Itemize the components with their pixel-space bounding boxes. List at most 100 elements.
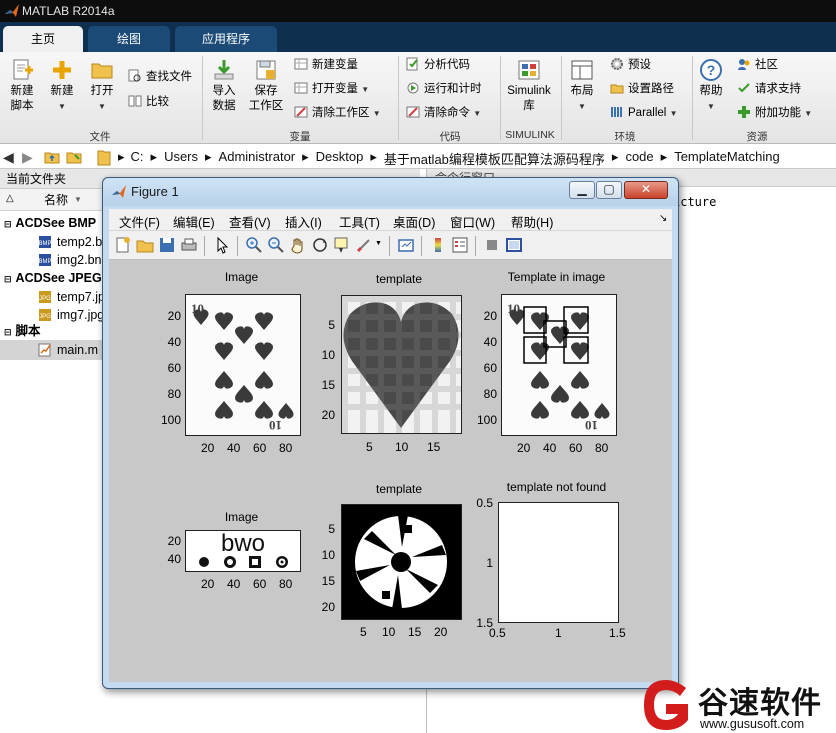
back-arrow-icon[interactable]: ◀ bbox=[3, 149, 14, 166]
simulink-library-button[interactable]: Simulink 库 bbox=[503, 58, 555, 114]
set-path-button[interactable]: 设置路径 bbox=[610, 79, 674, 99]
legend-icon[interactable] bbox=[451, 236, 469, 254]
file-item[interactable]: JPG img7.jpg bbox=[38, 305, 104, 325]
zoom-in-icon[interactable] bbox=[245, 236, 263, 254]
find-files-button[interactable]: 查找文件 bbox=[128, 67, 192, 87]
bwo-image-axes[interactable]: bwo bbox=[185, 530, 301, 572]
print-icon[interactable] bbox=[180, 236, 198, 254]
menu-tools[interactable]: 工具(T) bbox=[339, 212, 380, 231]
breadcrumb-item-desktop[interactable]: Desktop bbox=[316, 149, 364, 168]
new-variable-button[interactable]: 新建变量 bbox=[294, 55, 358, 75]
menu-desktop[interactable]: 桌面(D) bbox=[393, 212, 435, 231]
menu-file[interactable]: 文件(F) bbox=[119, 212, 160, 231]
save-icon[interactable] bbox=[158, 236, 176, 254]
close-button[interactable]: ✕ bbox=[624, 181, 668, 199]
add-ons-button[interactable]: 附加功能 ▼ bbox=[737, 103, 812, 123]
collapse-icon[interactable]: ⊟ bbox=[4, 327, 12, 337]
up-folder-icon[interactable] bbox=[44, 149, 60, 165]
import-data-button[interactable]: 导入 数据 bbox=[207, 58, 241, 114]
pointer-icon[interactable] bbox=[213, 236, 231, 254]
axes-title: template not found bbox=[506, 480, 607, 494]
colorbar-icon[interactable] bbox=[429, 236, 447, 254]
data-cursor-icon[interactable] bbox=[333, 236, 351, 254]
browse-folder-icon[interactable] bbox=[66, 149, 82, 165]
card-image-axes[interactable]: 10 10 bbox=[185, 294, 301, 436]
tab-plots[interactable]: 绘图 bbox=[88, 26, 170, 52]
new-button[interactable]: 新建 ▼ bbox=[46, 58, 78, 114]
run-and-time-button[interactable]: 运行和计时 bbox=[406, 79, 482, 99]
zoom-out-icon[interactable] bbox=[267, 236, 285, 254]
column-name-header[interactable]: 名称 bbox=[44, 189, 68, 211]
compare-button[interactable]: 比较 bbox=[128, 92, 169, 112]
breadcrumb-item-templatematching[interactable]: TemplateMatching bbox=[674, 149, 780, 168]
y-tick-label: 40 bbox=[167, 552, 181, 566]
breadcrumb-item-users[interactable]: Users bbox=[164, 149, 198, 168]
breadcrumb-item-project[interactable]: 基于matlab编程模板匹配算法源码程序 bbox=[384, 149, 605, 168]
tab-home[interactable]: 主页 bbox=[3, 26, 83, 52]
figure-title-bar[interactable]: Figure 1 ▁ ▢ ✕ bbox=[103, 178, 678, 206]
pan-hand-icon[interactable] bbox=[289, 236, 307, 254]
new-figure-icon[interactable] bbox=[114, 236, 132, 254]
group-acdsee-jpeg[interactable]: ⊟ ACDSee JPEG bbox=[4, 268, 102, 288]
figure-canvas[interactable]: Image 10 10 20 40 60 80 100 20 40 60 80 … bbox=[109, 260, 672, 682]
breadcrumb-item-drive[interactable]: C: bbox=[131, 149, 144, 168]
menu-edit[interactable]: 编辑(E) bbox=[173, 212, 215, 231]
y-tick-label: 15 bbox=[321, 378, 335, 392]
maximize-button[interactable]: ▢ bbox=[596, 181, 622, 199]
plus-icon bbox=[53, 61, 71, 79]
template-heart-axes[interactable] bbox=[341, 295, 462, 434]
open-variable-button[interactable]: 打开变量 ▼ bbox=[294, 79, 369, 99]
new-script-button[interactable]: 新建 脚本 bbox=[4, 58, 40, 114]
dock-arrow-icon[interactable]: ↘ bbox=[659, 213, 667, 224]
x-tick-label: 5 bbox=[366, 440, 373, 454]
breadcrumb-item-code[interactable]: code bbox=[625, 149, 653, 168]
figure-title: Figure 1 bbox=[131, 184, 179, 199]
template-in-image-axes[interactable]: 10 10 bbox=[501, 294, 617, 436]
file-item[interactable]: JPG temp7.jp bbox=[38, 287, 105, 307]
axes-title: Image bbox=[224, 270, 259, 284]
minimize-button[interactable]: ▁ bbox=[569, 181, 595, 199]
analyze-code-button[interactable]: 分析代码 bbox=[406, 55, 470, 75]
forward-arrow-icon[interactable]: ▶ bbox=[22, 149, 33, 166]
section-env-label: 环境 bbox=[614, 131, 636, 143]
request-support-button[interactable]: 请求支持 bbox=[737, 79, 801, 99]
menu-view[interactable]: 查看(V) bbox=[229, 212, 271, 231]
x-tick-label: 40 bbox=[543, 441, 557, 455]
community-button[interactable]: 社区 bbox=[737, 55, 778, 75]
group-acdsee-bmp[interactable]: ⊟ ACDSee BMP bbox=[4, 213, 96, 233]
breadcrumb-item-administrator[interactable]: Administrator bbox=[219, 149, 296, 168]
help-label: 帮助 bbox=[699, 85, 723, 97]
menu-help[interactable]: 帮助(H) bbox=[511, 212, 553, 231]
collapse-icon[interactable]: ⊟ bbox=[4, 219, 12, 229]
menu-insert[interactable]: 插入(I) bbox=[285, 212, 322, 231]
open-button[interactable]: 打开 ▼ bbox=[86, 58, 118, 114]
chevron-down-icon[interactable]: ▼ bbox=[74, 189, 82, 211]
y-tick-label: 40 bbox=[483, 335, 497, 349]
hide-plot-tools-icon[interactable] bbox=[483, 236, 501, 254]
link-plot-icon[interactable] bbox=[397, 236, 415, 254]
layout-button[interactable]: 布局 ▼ bbox=[566, 58, 598, 114]
y-tick-label: 80 bbox=[167, 387, 181, 401]
rotate-3d-icon[interactable] bbox=[311, 236, 329, 254]
preferences-button[interactable]: 预设 bbox=[610, 55, 651, 75]
parallel-label: Parallel bbox=[628, 107, 667, 119]
group-scripts[interactable]: ⊟ 脚本 bbox=[4, 321, 41, 341]
show-plot-tools-icon[interactable] bbox=[505, 236, 523, 254]
find-files-icon bbox=[128, 69, 141, 82]
x-tick-label: 20 bbox=[434, 625, 448, 639]
menu-window[interactable]: 窗口(W) bbox=[450, 212, 495, 231]
template-aperture-axes[interactable] bbox=[341, 504, 462, 620]
parallel-button[interactable]: Parallel ▼ bbox=[610, 103, 677, 123]
file-item[interactable]: BMP temp2.b bbox=[38, 232, 102, 252]
tab-apps[interactable]: 应用程序 bbox=[175, 26, 277, 52]
help-button[interactable]: ? 帮助 ▼ bbox=[695, 58, 727, 114]
file-item[interactable]: BMP img2.bn bbox=[38, 250, 101, 270]
save-workspace-button[interactable]: 保存 工作区 bbox=[246, 58, 286, 114]
clear-commands-button[interactable]: 清除命令 ▼ bbox=[406, 103, 481, 123]
clear-workspace-button[interactable]: 清除工作区 ▼ bbox=[294, 103, 381, 123]
brush-icon[interactable] bbox=[355, 236, 373, 254]
template-not-found-axes[interactable] bbox=[498, 502, 619, 623]
collapse-icon[interactable]: ⊟ bbox=[4, 274, 12, 284]
open-file-icon[interactable] bbox=[136, 236, 154, 254]
chevron-down-icon[interactable]: ▼ bbox=[375, 240, 382, 247]
